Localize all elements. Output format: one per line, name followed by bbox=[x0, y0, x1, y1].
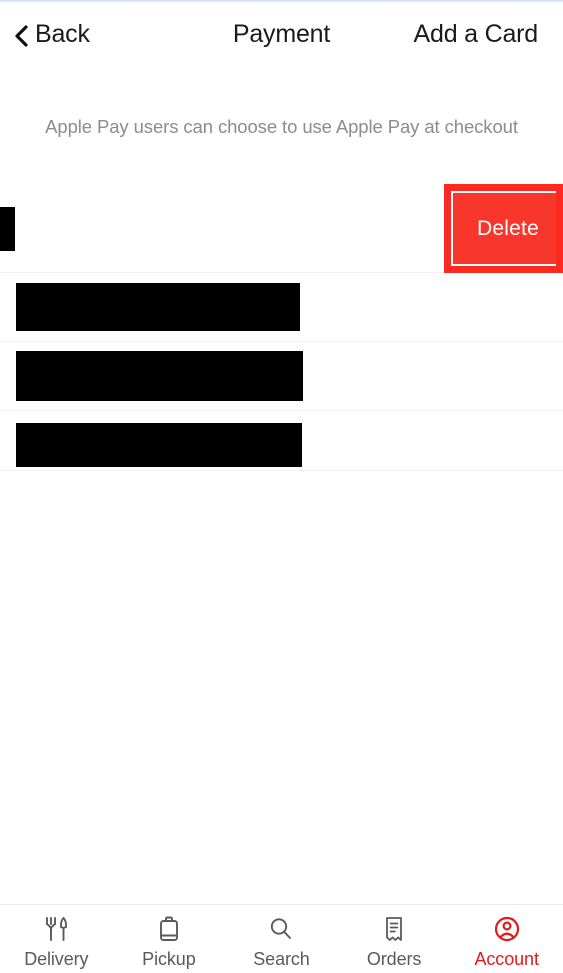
bottom-tab-bar: Delivery Pickup Search Orders Account bbox=[0, 904, 563, 973]
shopping-bag-icon bbox=[156, 914, 182, 944]
tab-label: Delivery bbox=[24, 949, 89, 969]
redaction-bar bbox=[16, 283, 300, 331]
payment-methods-list: er .. Delete bbox=[0, 185, 563, 480]
card-row-content[interactable] bbox=[16, 273, 300, 341]
tab-label: Account bbox=[474, 949, 539, 969]
back-button[interactable]: Back bbox=[14, 22, 90, 47]
delete-button[interactable]: Delete bbox=[453, 193, 563, 264]
tab-delivery[interactable]: Delivery bbox=[0, 905, 113, 973]
navigation-bar: Back Payment Add a Card bbox=[0, 3, 563, 66]
fork-knife-icon bbox=[43, 914, 69, 944]
card-row-content[interactable]: er .. bbox=[0, 185, 16, 272]
tab-orders[interactable]: Orders bbox=[338, 905, 451, 973]
add-a-card-button[interactable]: Add a Card bbox=[414, 20, 539, 49]
chevron-left-icon bbox=[14, 24, 30, 47]
tab-label: Pickup bbox=[142, 949, 196, 969]
card-row-content[interactable] bbox=[16, 411, 302, 479]
redaction-bar bbox=[0, 206, 16, 251]
account-circle-icon bbox=[493, 914, 521, 944]
table-row[interactable] bbox=[0, 342, 563, 411]
search-icon bbox=[268, 914, 294, 944]
empty-content-area bbox=[0, 471, 563, 905]
app-screen: Back Payment Add a Card Apple Pay users … bbox=[0, 0, 563, 973]
tab-search[interactable]: Search bbox=[225, 905, 338, 973]
redaction-bar bbox=[16, 423, 302, 467]
apple-pay-note: Apple Pay users can choose to use Apple … bbox=[45, 116, 518, 137]
receipt-icon bbox=[381, 914, 407, 944]
tab-account[interactable]: Account bbox=[450, 905, 563, 973]
tab-pickup[interactable]: Pickup bbox=[113, 905, 226, 973]
card-row-content[interactable] bbox=[16, 342, 303, 410]
table-row[interactable]: er .. Delete bbox=[0, 185, 563, 273]
tab-label: Search bbox=[253, 949, 310, 969]
redaction-bar bbox=[16, 351, 303, 401]
tab-label: Orders bbox=[366, 949, 422, 969]
back-button-label: Back bbox=[35, 20, 90, 48]
table-row[interactable] bbox=[0, 273, 563, 342]
